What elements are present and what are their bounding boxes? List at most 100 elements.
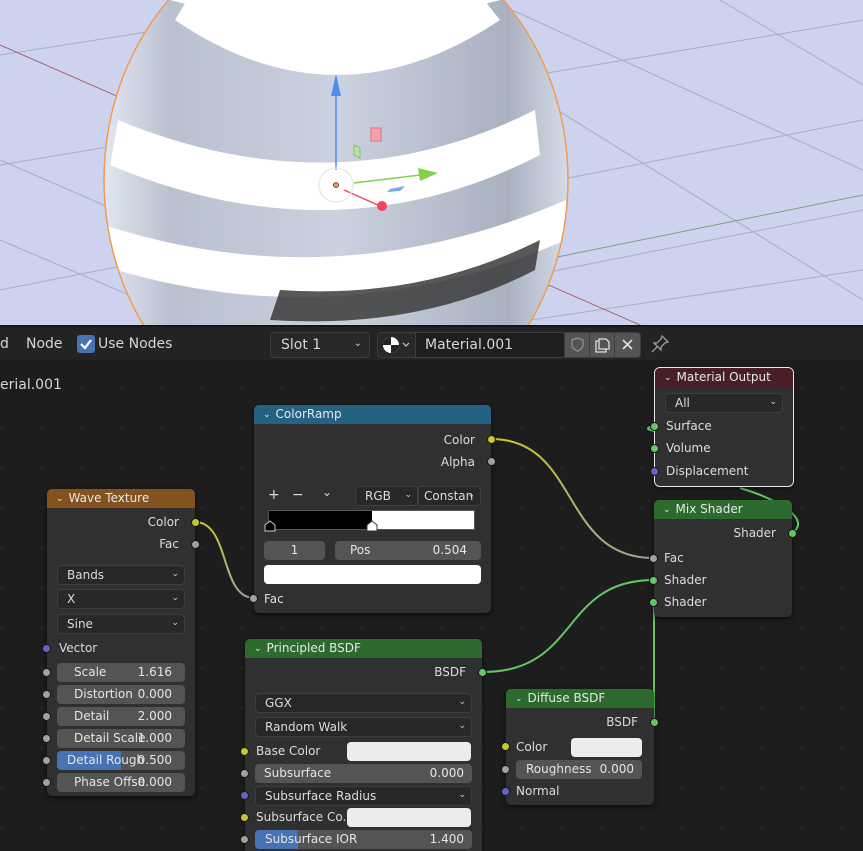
subsurface-radius-dropdown[interactable]: Subsurface Radius ⌄	[255, 786, 472, 806]
collapse-caret-icon[interactable]: ⌄	[663, 505, 671, 515]
input-socket-shader-1[interactable]	[649, 576, 658, 585]
collapse-caret-icon[interactable]: ⌄	[515, 694, 523, 704]
wave-field[interactable]: Phase Offse 0.000	[57, 773, 185, 792]
color-mode-dropdown[interactable]: RGB ⌄	[355, 486, 418, 506]
output-socket-bsdf[interactable]	[650, 718, 659, 727]
input-socket-field[interactable]	[42, 778, 51, 787]
input-socket-subsurface-ior[interactable]	[240, 835, 249, 844]
input-socket-subsurface-radius[interactable]	[240, 791, 249, 800]
input-socket-surface[interactable]	[650, 422, 659, 431]
node-header[interactable]: ⌄ Wave Texture	[47, 489, 195, 508]
output-socket-shader[interactable]	[788, 529, 797, 538]
input-socket-fac[interactable]	[649, 554, 658, 563]
output-color-label: Color	[147, 515, 179, 529]
roughness-field[interactable]: Roughness 0.000	[516, 760, 642, 779]
profile-dropdown[interactable]: Sine ⌄	[57, 614, 185, 634]
fake-user-button[interactable]	[564, 333, 589, 357]
color-stop-1-handle[interactable]	[366, 520, 378, 532]
output-socket-bsdf[interactable]	[478, 668, 487, 677]
remove-stop-button[interactable]: −	[292, 487, 304, 503]
pin-icon[interactable]	[650, 334, 670, 354]
subsurface-field[interactable]: Subsurface 0.000	[255, 764, 472, 783]
input-socket-field[interactable]	[42, 712, 51, 721]
menu-add[interactable]: d	[0, 336, 9, 352]
add-stop-button[interactable]: +	[268, 487, 280, 503]
node-principled-bsdf[interactable]: ⌄ Principled BSDF BSDF GGX ⌄ Random Walk ⌄ …	[240, 639, 487, 851]
target-dropdown[interactable]: All ⌄	[665, 393, 783, 413]
collapse-caret-icon[interactable]: ⌄	[254, 644, 262, 654]
input-socket-shader-2[interactable]	[649, 598, 658, 607]
input-socket-volume[interactable]	[650, 444, 659, 453]
input-socket-subsurface[interactable]	[240, 769, 249, 778]
duplicate-icon	[595, 338, 610, 353]
input-socket-field[interactable]	[42, 668, 51, 677]
slot-dropdown[interactable]: Slot 1 ⌄	[270, 332, 370, 358]
subsurface-color-swatch[interactable]	[347, 808, 471, 827]
output-socket-color[interactable]	[191, 518, 200, 527]
subsurface-method-dropdown[interactable]: Random Walk ⌄	[255, 717, 472, 737]
checkmark-icon	[80, 339, 92, 350]
wave-field[interactable]: Detail Rough 0.500	[57, 751, 185, 770]
stop-position-field[interactable]: Pos 0.504	[335, 541, 481, 560]
input-socket-color[interactable]	[501, 742, 510, 751]
node-material-output[interactable]: ⌄ Material Output All ⌄ Surface Volume Dis…	[650, 367, 794, 487]
input-vector-label: Vector	[59, 641, 98, 655]
unlink-material-button[interactable]	[614, 333, 640, 357]
input-socket-roughness[interactable]	[501, 765, 510, 774]
input-socket-field[interactable]	[42, 690, 51, 699]
interpolation-dropdown[interactable]: Constan ⌄	[418, 486, 481, 506]
duplicate-material-button[interactable]	[589, 333, 614, 357]
chevron-down-icon: ⌄	[171, 593, 179, 603]
menu-node[interactable]: Node	[26, 336, 63, 352]
active-stop-index[interactable]: 1	[264, 541, 325, 560]
output-socket-alpha[interactable]	[487, 457, 496, 466]
shield-icon	[571, 337, 584, 352]
input-socket-vector[interactable]	[42, 644, 51, 653]
ramp-menu-button[interactable]: ⌄	[322, 485, 332, 499]
base-color-swatch[interactable]	[347, 742, 471, 761]
input-fac-label: Fac	[264, 592, 284, 606]
wave-field[interactable]: Detail Scale 1.000	[57, 729, 185, 748]
node-header[interactable]: ⌄ Mix Shader	[654, 500, 792, 519]
material-sphere-icon	[383, 337, 410, 353]
node-mix-shader[interactable]: ⌄ Mix Shader Shader Fac Shader Shader	[649, 500, 797, 617]
3d-viewport[interactable]	[0, 0, 863, 325]
color-stop-0-handle[interactable]	[264, 520, 276, 532]
node-header[interactable]: ⌄ Diffuse BSDF	[506, 689, 654, 708]
stop-color-swatch[interactable]	[264, 565, 481, 584]
wave-field[interactable]: Distortion 0.000	[57, 685, 185, 704]
node-color-ramp[interactable]: ⌄ ColorRamp Color Alpha + − ⌄ RGB ⌄ Consta…	[249, 405, 496, 613]
use-nodes-label[interactable]: Use Nodes	[98, 336, 172, 352]
input-socket-field[interactable]	[42, 734, 51, 743]
input-socket-subsurface-color[interactable]	[240, 813, 249, 822]
node-header[interactable]: ⌄ ColorRamp	[254, 405, 491, 424]
wave-type-dropdown[interactable]: Bands ⌄	[57, 565, 185, 585]
collapse-caret-icon[interactable]: ⌄	[56, 494, 64, 504]
input-socket-displacement[interactable]	[650, 467, 659, 476]
dropdown-value: Sine	[67, 617, 93, 631]
subsurface-ior-field[interactable]: Subsurface IOR 1.400	[255, 830, 472, 849]
output-socket-color[interactable]	[487, 435, 496, 444]
collapse-caret-icon[interactable]: ⌄	[664, 373, 672, 383]
node-header[interactable]: ⌄ Material Output	[655, 368, 793, 387]
use-nodes-checkbox[interactable]	[77, 335, 95, 353]
output-socket-fac[interactable]	[191, 540, 200, 549]
material-name-field[interactable]: Material.001	[416, 333, 564, 357]
dropdown-value: Bands	[67, 568, 105, 582]
direction-dropdown[interactable]: X ⌄	[57, 589, 185, 609]
wave-field[interactable]: Scale 1.616	[57, 663, 185, 682]
wave-field[interactable]: Detail 2.000	[57, 707, 185, 726]
node-header[interactable]: ⌄ Principled BSDF	[245, 639, 482, 658]
input-socket-base-color[interactable]	[240, 747, 249, 756]
browse-material-button[interactable]	[378, 333, 416, 357]
input-socket-fac[interactable]	[249, 594, 258, 603]
distribution-dropdown[interactable]: GGX ⌄	[255, 693, 472, 713]
node-diffuse-bsdf[interactable]: ⌄ Diffuse BSDF BSDF Color Roughness 0.000…	[501, 689, 659, 805]
node-wave-texture[interactable]: ⌄ Wave Texture Color Fac Bands ⌄ X ⌄ Sine ⌄ …	[42, 489, 200, 796]
chevron-down-icon: ⌄	[458, 721, 466, 731]
color-swatch[interactable]	[571, 738, 642, 757]
input-socket-normal[interactable]	[501, 787, 510, 796]
collapse-caret-icon[interactable]: ⌄	[263, 410, 271, 420]
input-socket-field[interactable]	[42, 756, 51, 765]
chevron-down-icon: ⌄	[458, 697, 466, 707]
